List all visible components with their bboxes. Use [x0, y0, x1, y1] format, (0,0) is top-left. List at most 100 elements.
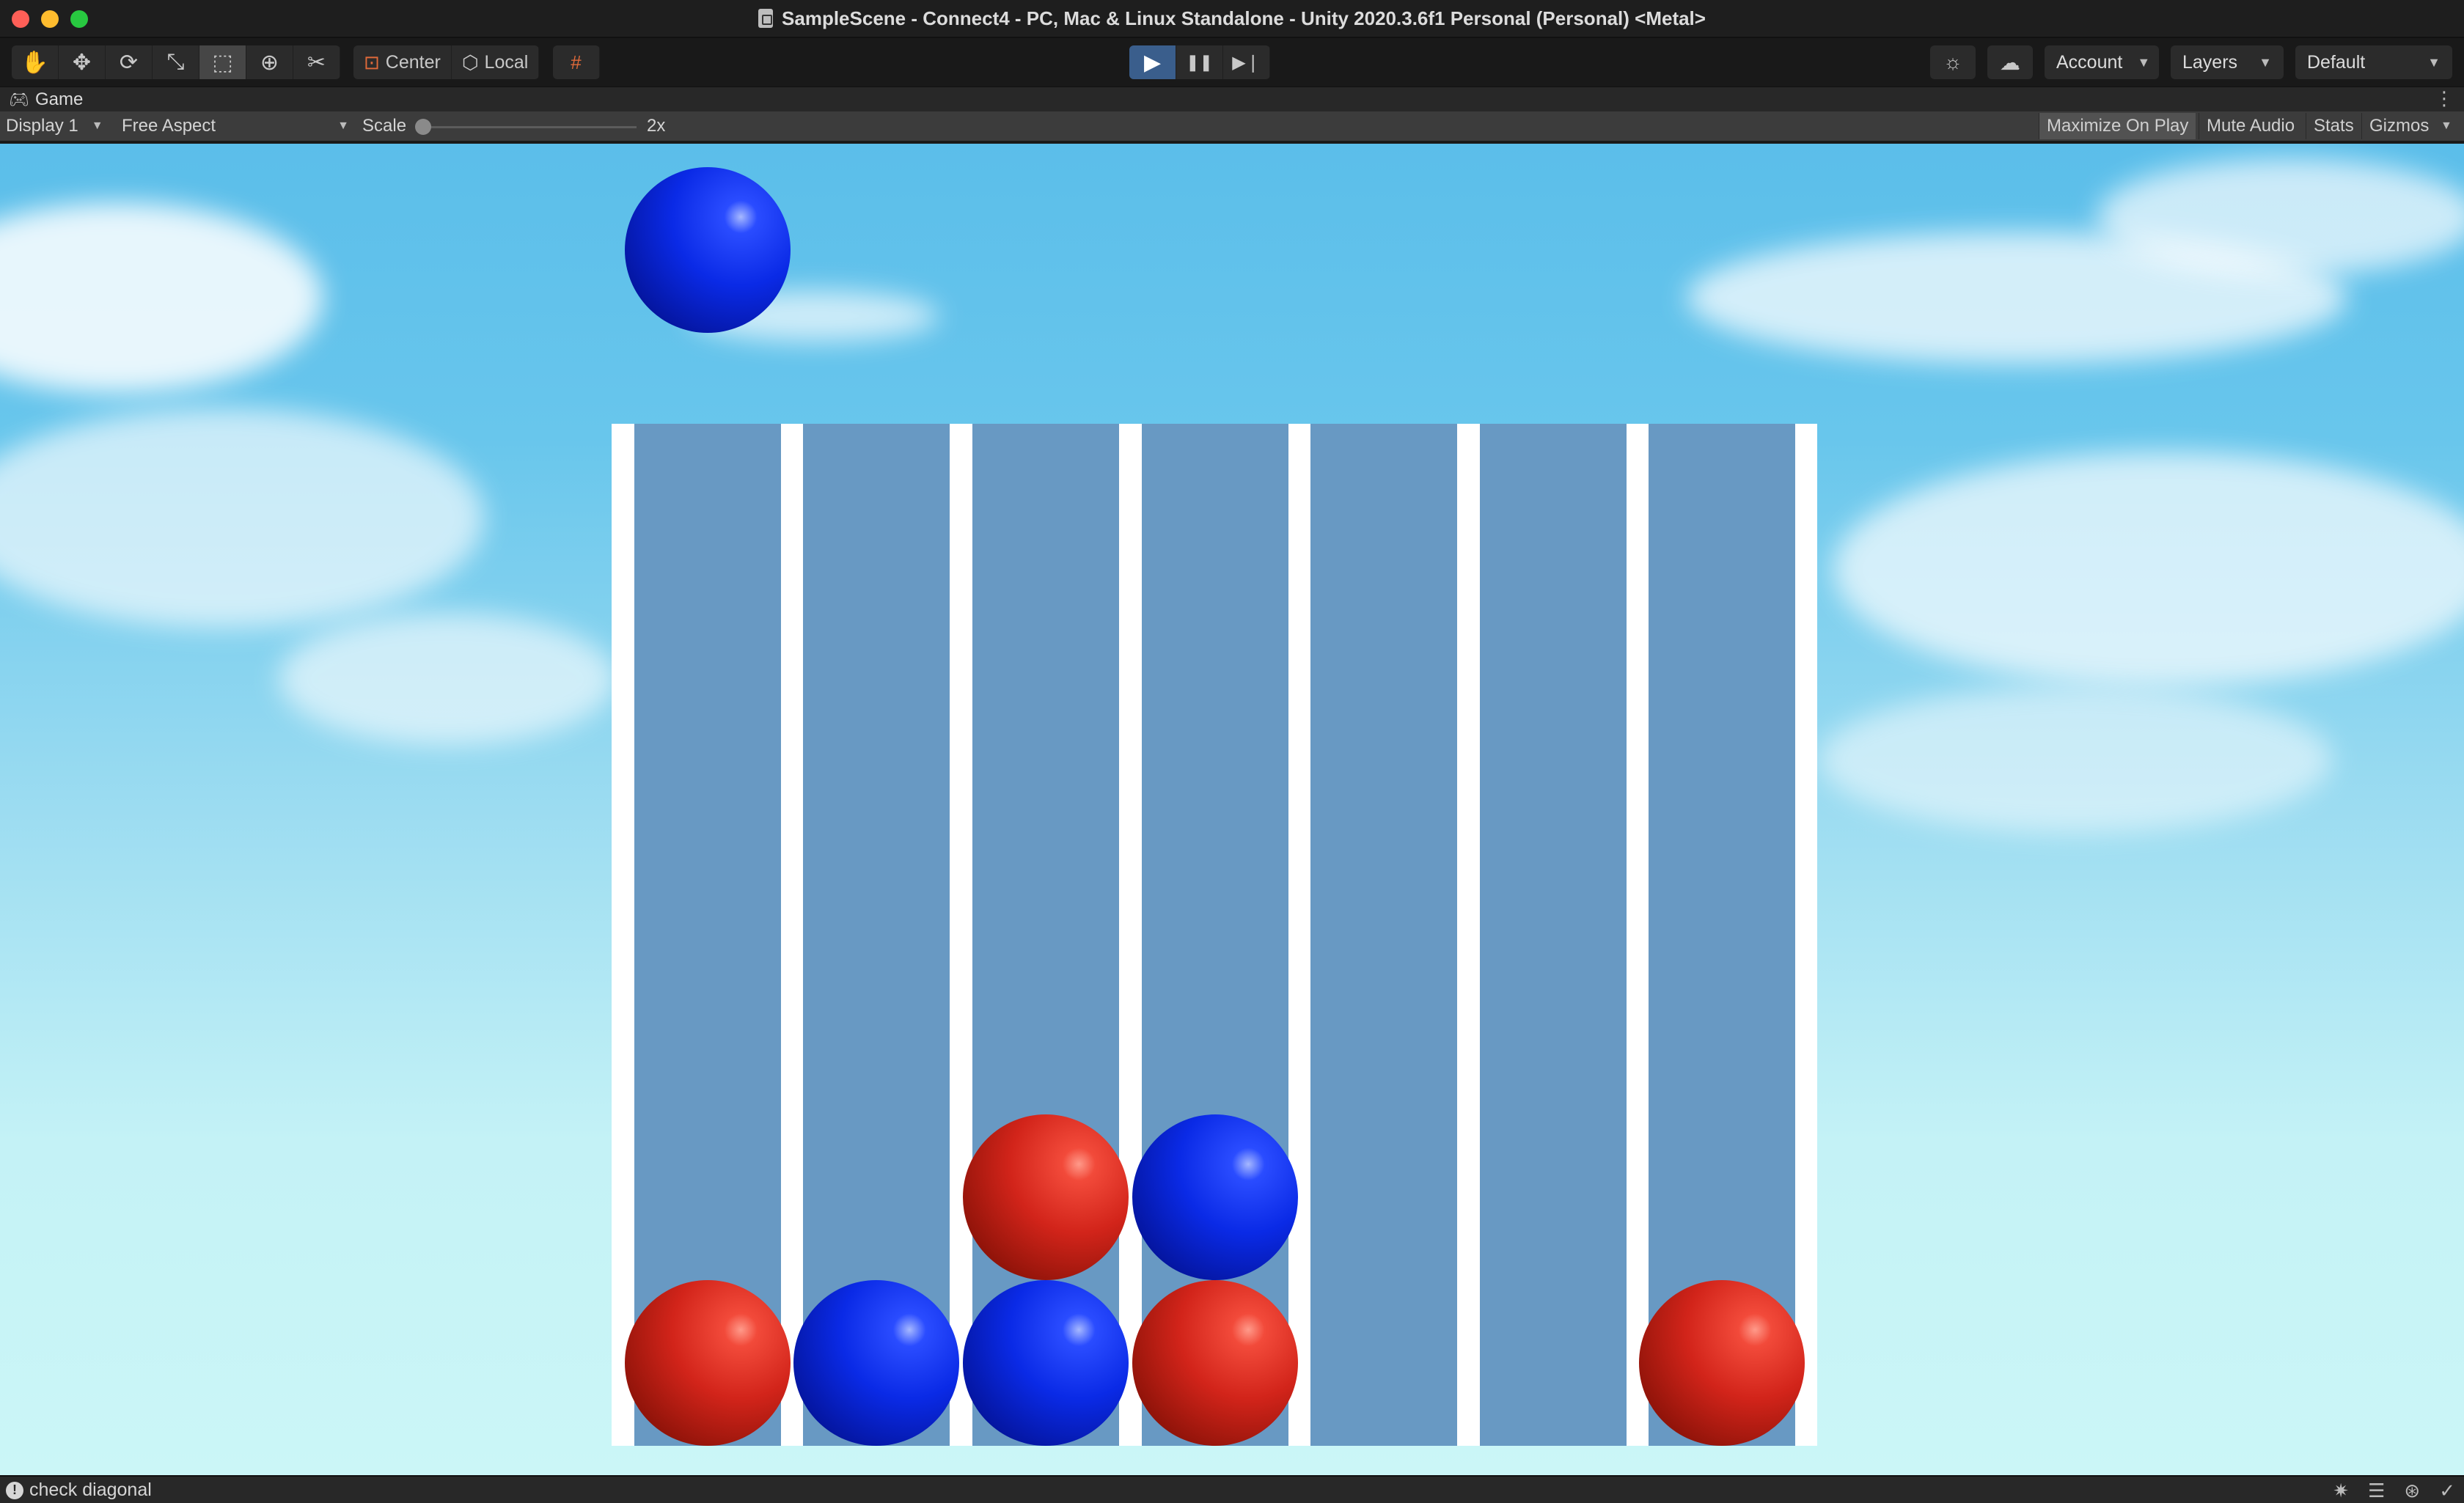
cloud-icon: ☁ — [2000, 51, 2020, 74]
status-icons: ✷ ☰ ⊛ ✓ — [2333, 1480, 2455, 1502]
cloud — [279, 613, 616, 745]
status-message-text: check diagonal — [29, 1480, 152, 1500]
play-button[interactable]: ▶ — [1129, 45, 1176, 79]
cloud — [0, 202, 323, 393]
step-icon: ▶❘ — [1232, 52, 1261, 73]
rect-tool-button[interactable]: ⬚ — [199, 45, 246, 79]
red-disc — [963, 1114, 1129, 1280]
layout-label: Default — [2307, 51, 2366, 73]
maximize-on-play-toggle[interactable]: Maximize On Play — [2039, 113, 2196, 139]
aspect-dropdown[interactable]: Free Aspect ▼ — [122, 111, 349, 141]
transform-tool-button[interactable]: ⊕ — [246, 45, 293, 79]
cloud — [0, 408, 484, 628]
grid-snap-button[interactable]: # — [553, 45, 600, 79]
account-dropdown[interactable]: Account ▼ — [2045, 45, 2159, 79]
custom-tool-button[interactable]: ✂ — [293, 45, 340, 79]
scale-icon: ⤡ — [166, 50, 185, 74]
game-view-controls: Display 1 ▼ Free Aspect ▼ Scale 2x Maxim… — [0, 111, 2464, 142]
window-title: SampleScene - Connect4 - PC, Mac & Linux… — [758, 7, 1706, 30]
move-tool-button[interactable]: ✥ — [59, 45, 106, 79]
debug-icon[interactable]: ✷ — [2333, 1480, 2349, 1502]
tab-game-label: Game — [34, 89, 84, 109]
account-label: Account — [2056, 51, 2123, 73]
hand-tool-button[interactable]: ✋ — [12, 45, 59, 79]
chevron-down-icon: ▼ — [337, 120, 349, 132]
layout-dropdown[interactable]: Default ▼ — [2295, 45, 2452, 79]
scale-label: Scale — [362, 116, 407, 136]
gamepad-icon: 🎮︎ — [9, 90, 29, 109]
pause-button[interactable]: ❚❚ — [1176, 45, 1223, 79]
red-disc — [1132, 1280, 1298, 1446]
board-column[interactable] — [1310, 424, 1457, 1446]
step-button[interactable]: ▶❘ — [1223, 45, 1270, 79]
transform-icon: ⊕ — [260, 50, 279, 75]
collab-button[interactable]: ☼ — [1930, 45, 1976, 79]
board-column[interactable] — [1480, 424, 1627, 1446]
cloud — [1819, 686, 2332, 833]
game-tab-bar: 🎮︎ Game ⋮ — [0, 87, 2464, 111]
tab-game[interactable]: 🎮︎ Game — [9, 89, 83, 111]
auto-generate-icon[interactable]: ⊛ — [2404, 1480, 2420, 1502]
mute-audio-toggle[interactable]: Mute Audio — [2199, 113, 2302, 139]
chevron-down-icon: ▼ — [2441, 120, 2452, 132]
grid-snap-icon: # — [571, 51, 582, 73]
close-window-button[interactable] — [12, 10, 29, 28]
main-toolbar: ✋ ✥ ⟳ ⤡ ⬚ ⊕ ✂ ⊡ Center ⬡ Local # ▶ ❚❚ ▶❘… — [0, 40, 2464, 85]
cloud-button[interactable]: ☁ — [1987, 45, 2033, 79]
pivot-local-label: Local — [484, 51, 529, 73]
rotate-icon: ⟳ — [119, 50, 139, 75]
window-title-bar: SampleScene - Connect4 - PC, Mac & Linux… — [0, 0, 2464, 38]
scale-tool-button[interactable]: ⤡ — [153, 45, 199, 79]
gizmos-toggle[interactable]: Gizmos — [2361, 113, 2436, 139]
custom-tool-icon: ✂ — [307, 50, 326, 75]
transform-tools: ✋ ✥ ⟳ ⤡ ⬚ ⊕ ✂ — [12, 45, 340, 79]
scale-slider-handle[interactable] — [415, 119, 431, 135]
chevron-down-icon: ▼ — [2259, 54, 2272, 70]
pivot-toggles: ⊡ Center ⬡ Local — [353, 45, 540, 79]
chevron-down-icon: ▼ — [2137, 54, 2151, 70]
red-disc — [1639, 1280, 1805, 1446]
move-icon: ✥ — [72, 50, 92, 75]
cloud — [2097, 158, 2464, 276]
pivot-center-button[interactable]: ⊡ Center — [353, 45, 452, 79]
toolbar-right: ☼ ☁ Account ▼ Layers ▼ Default ▼ — [1930, 45, 2452, 79]
game-viewport[interactable] — [0, 144, 2464, 1475]
scale-slider-track[interactable] — [422, 126, 637, 128]
minimize-window-button[interactable] — [41, 10, 59, 28]
play-controls: ▶ ❚❚ ▶❘ — [1129, 45, 1270, 79]
window-controls — [12, 10, 88, 28]
scale-value: 2x — [647, 116, 666, 136]
sun-icon: ☼ — [1943, 51, 1962, 73]
aspect-label: Free Aspect — [122, 116, 216, 136]
red-disc — [625, 1280, 791, 1446]
check-circle-icon[interactable]: ✓ — [2439, 1480, 2455, 1502]
rotate-tool-button[interactable]: ⟳ — [106, 45, 153, 79]
chevron-down-icon: ▼ — [2427, 54, 2441, 70]
maximize-window-button[interactable] — [70, 10, 88, 28]
display-dropdown[interactable]: Display 1 ▼ — [6, 111, 113, 141]
layers-dropdown[interactable]: Layers ▼ — [2171, 45, 2284, 79]
chevron-down-icon: ▼ — [91, 120, 103, 132]
info-icon: ! — [6, 1481, 23, 1499]
stats-toggle[interactable]: Stats — [2306, 113, 2361, 139]
layers-label: Layers — [2182, 51, 2238, 73]
status-bar: ! check diagonal ✷ ☰ ⊛ ✓ — [0, 1475, 2464, 1503]
play-icon: ▶ — [1143, 50, 1162, 75]
window-title-text: SampleScene - Connect4 - PC, Mac & Linux… — [782, 7, 1706, 29]
pivot-center-label: Center — [385, 51, 441, 73]
hover-disc — [625, 167, 791, 333]
display-label: Display 1 — [6, 116, 78, 136]
grid-snap-group: # — [553, 45, 600, 79]
more-options-icon[interactable]: ⋮ — [2435, 87, 2454, 110]
pivot-local-button[interactable]: ⬡ Local — [452, 45, 540, 79]
gizmos-menu-caret[interactable]: ▼ — [2441, 111, 2452, 141]
cache-icon[interactable]: ☰ — [2368, 1480, 2385, 1502]
hand-icon: ✋ — [21, 50, 49, 75]
blue-disc — [1132, 1114, 1298, 1280]
blue-disc — [793, 1280, 959, 1446]
console-message[interactable]: ! check diagonal — [6, 1480, 152, 1501]
blue-disc — [963, 1280, 1129, 1446]
rect-icon: ⬚ — [212, 50, 233, 75]
local-cube-icon: ⬡ — [461, 51, 479, 73]
unity-scene-icon — [758, 9, 774, 28]
